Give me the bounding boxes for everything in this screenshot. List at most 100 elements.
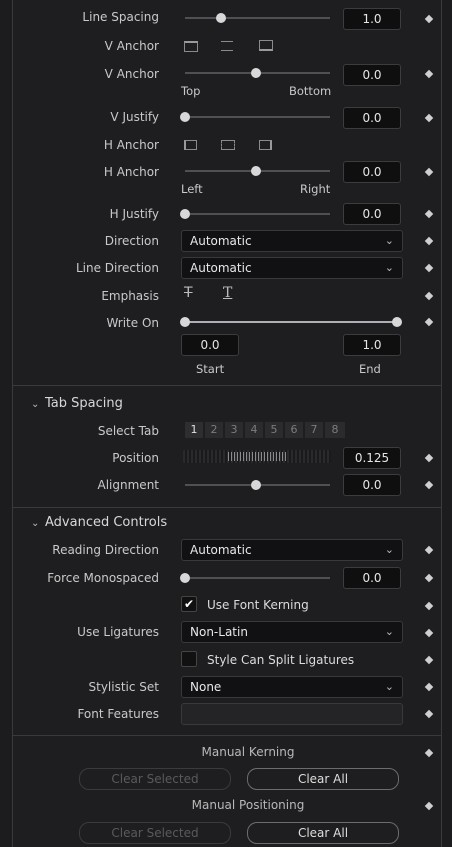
h-anchor-slider-label: H Anchor xyxy=(103,165,159,179)
style-can-split-ligatures-checkbox[interactable] xyxy=(181,651,197,667)
line-spacing-slider-track[interactable] xyxy=(185,17,330,19)
tab-button-7[interactable]: 7 xyxy=(305,422,323,438)
underline-icon[interactable]: T xyxy=(223,285,232,301)
manual-kerning-keyframe-icon[interactable] xyxy=(424,748,434,758)
use-font-kerning-checkbox[interactable]: ✔ xyxy=(181,596,197,612)
advanced-controls-section-header[interactable]: ⌄ Advanced Controls xyxy=(31,515,167,530)
h-justify-slider-knob[interactable] xyxy=(180,209,190,219)
emphasis-keyframe-icon[interactable] xyxy=(424,291,434,301)
tab-button-4[interactable]: 4 xyxy=(245,422,263,438)
line-direction-label: Line Direction xyxy=(75,261,159,275)
v-justify-field[interactable]: 0.0 xyxy=(343,107,401,129)
reading-direction-keyframe-icon[interactable] xyxy=(424,545,434,555)
line-spacing-slider-knob[interactable] xyxy=(216,13,226,23)
tab-button-2[interactable]: 2 xyxy=(205,422,223,438)
anchor-middle-icon[interactable] xyxy=(221,140,235,150)
tab-button-5[interactable]: 5 xyxy=(265,422,283,438)
emphasis-label: Emphasis xyxy=(101,289,159,303)
reading-direction-label: Reading Direction xyxy=(52,543,159,557)
write-on-end-knob[interactable] xyxy=(392,317,402,327)
force-monospaced-field[interactable]: 0.0 xyxy=(343,567,401,589)
section-divider xyxy=(13,507,441,508)
write-on-range-track[interactable] xyxy=(185,321,399,323)
h-justify-slider-track[interactable] xyxy=(185,213,330,215)
h-justify-label: H Justify xyxy=(109,207,159,221)
write-on-end-field[interactable]: 1.0 xyxy=(343,334,401,356)
style-can-split-ligatures-keyframe-icon[interactable] xyxy=(424,655,434,665)
h-justify-keyframe-icon[interactable] xyxy=(424,209,434,219)
line-spacing-label: Line Spacing xyxy=(82,10,159,24)
write-on-start-knob[interactable] xyxy=(180,317,190,327)
v-anchor-field[interactable]: 0.0 xyxy=(343,64,401,86)
chevron-down-icon: ⌄ xyxy=(384,680,394,693)
v-justify-keyframe-icon[interactable] xyxy=(424,113,434,123)
reading-direction-dropdown[interactable]: Automatic ⌄ xyxy=(181,539,403,561)
force-monospaced-slider-knob[interactable] xyxy=(180,573,190,583)
anchor-left-icon[interactable] xyxy=(184,140,197,150)
alignment-slider-knob[interactable] xyxy=(251,480,261,490)
line-direction-keyframe-icon[interactable] xyxy=(424,263,434,273)
stylistic-set-dropdown[interactable]: None ⌄ xyxy=(181,676,403,698)
line-direction-dropdown[interactable]: Automatic ⌄ xyxy=(181,257,403,279)
h-anchor-field[interactable]: 0.0 xyxy=(343,161,401,183)
v-anchor-keyframe-icon[interactable] xyxy=(424,69,434,79)
stylistic-set-keyframe-icon[interactable] xyxy=(424,682,434,692)
position-keyframe-icon[interactable] xyxy=(424,453,434,463)
chevron-down-icon: ⌄ xyxy=(384,261,394,274)
h-anchor-keyframe-icon[interactable] xyxy=(424,167,434,177)
position-label: Position xyxy=(112,451,159,465)
use-font-kerning-keyframe-icon[interactable] xyxy=(424,601,434,611)
h-anchor-slider-knob[interactable] xyxy=(251,166,261,176)
alignment-keyframe-icon[interactable] xyxy=(424,480,434,490)
font-features-input[interactable] xyxy=(181,703,403,725)
alignment-field[interactable]: 0.0 xyxy=(343,474,401,496)
force-monospaced-slider-track[interactable] xyxy=(185,577,330,579)
anchor-bottom-icon[interactable] xyxy=(259,40,273,51)
tab-spacing-section-header[interactable]: ⌄ Tab Spacing xyxy=(31,396,123,411)
tab-button-8[interactable]: 8 xyxy=(325,422,345,438)
tab-button-6[interactable]: 6 xyxy=(285,422,303,438)
tab-spacing-title: Tab Spacing xyxy=(45,396,123,411)
clear-all-kerning-button[interactable]: Clear All xyxy=(247,768,399,790)
direction-dropdown[interactable]: Automatic ⌄ xyxy=(181,230,403,252)
write-on-start-field[interactable]: 0.0 xyxy=(181,334,239,356)
alignment-label: Alignment xyxy=(97,478,159,492)
write-on-start-text: Start xyxy=(196,362,225,376)
anchor-top-icon[interactable] xyxy=(184,41,198,52)
force-monospaced-label: Force Monospaced xyxy=(47,571,159,585)
reading-direction-value: Automatic xyxy=(190,543,252,557)
tab-button-1[interactable]: 1 xyxy=(185,422,203,438)
v-justify-slider-knob[interactable] xyxy=(180,112,190,122)
direction-label: Direction xyxy=(104,234,159,248)
manual-positioning-label: Manual Positioning xyxy=(191,798,305,812)
strikethrough-icon[interactable]: T xyxy=(184,285,193,301)
manual-positioning-keyframe-icon[interactable] xyxy=(424,801,434,811)
chevron-down-icon: ⌄ xyxy=(384,543,394,556)
v-anchor-slider-knob[interactable] xyxy=(251,68,261,78)
font-features-keyframe-icon[interactable] xyxy=(424,709,434,719)
h-anchor-label: H Anchor xyxy=(103,138,159,152)
position-jog-wheel[interactable] xyxy=(183,450,331,463)
v-justify-label: V Justify xyxy=(110,110,159,124)
v-anchor-slider-label: V Anchor xyxy=(104,67,159,81)
style-can-split-ligatures-label: Style Can Split Ligatures xyxy=(207,653,355,667)
anchor-right-icon[interactable] xyxy=(259,140,272,150)
position-field[interactable]: 0.125 xyxy=(343,447,401,469)
write-on-end-text: End xyxy=(359,362,381,376)
direction-keyframe-icon[interactable] xyxy=(424,236,434,246)
line-spacing-keyframe-icon[interactable] xyxy=(424,14,434,24)
clear-selected-kerning-button[interactable]: Clear Selected xyxy=(79,768,231,790)
force-monospaced-keyframe-icon[interactable] xyxy=(424,573,434,583)
line-spacing-field[interactable]: 1.0 xyxy=(343,8,401,30)
v-justify-slider-track[interactable] xyxy=(185,116,330,118)
write-on-keyframe-icon[interactable] xyxy=(424,317,434,327)
use-ligatures-dropdown[interactable]: Non-Latin ⌄ xyxy=(181,621,403,643)
h-anchor-right-text: Right xyxy=(300,182,331,196)
clear-selected-positioning-button[interactable]: Clear Selected xyxy=(79,822,231,844)
anchor-center-icon[interactable] xyxy=(221,41,233,51)
clear-all-positioning-button[interactable]: Clear All xyxy=(247,822,399,844)
use-ligatures-keyframe-icon[interactable] xyxy=(424,628,434,638)
v-anchor-bottom-text: Bottom xyxy=(289,84,332,98)
tab-button-3[interactable]: 3 xyxy=(225,422,243,438)
h-justify-field[interactable]: 0.0 xyxy=(343,203,401,225)
